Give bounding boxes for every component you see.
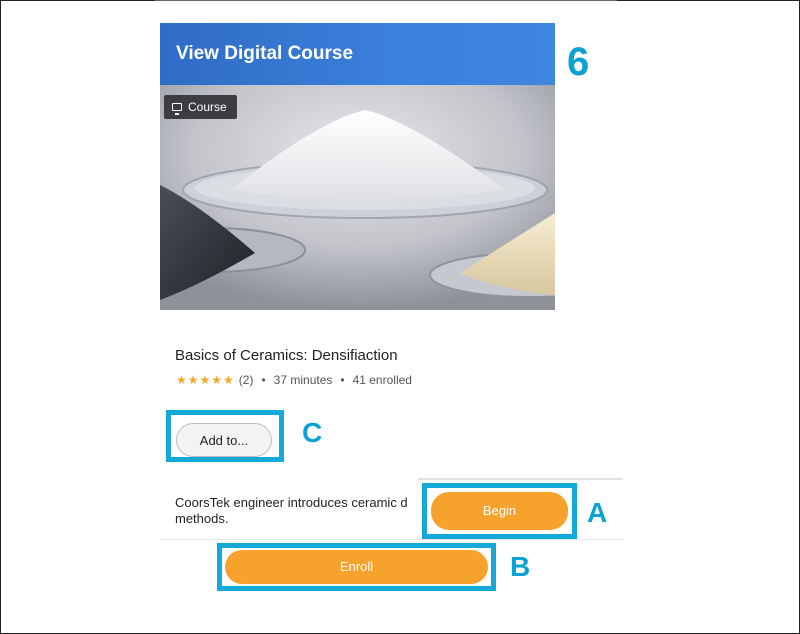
course-header: View Digital Course (160, 23, 555, 85)
course-title: Basics of Ceramics: Densifiaction (175, 347, 398, 364)
star-rating-icon: ★★★★★ (176, 373, 235, 387)
enroll-button[interactable]: Enroll (225, 550, 488, 584)
callout-b: B (510, 551, 531, 582)
add-to-button[interactable]: Add to... (176, 423, 272, 457)
meta-separator: • (340, 373, 345, 387)
badge-label: Course (188, 100, 227, 114)
rating-count: (2) (238, 373, 254, 387)
enrolled-count: 41 enrolled (352, 373, 412, 387)
footer-divider (160, 539, 623, 540)
course-type-badge: Course (164, 95, 237, 119)
callout-c: C (302, 417, 323, 448)
course-duration: 37 minutes (273, 373, 333, 387)
callout-a: A (587, 497, 608, 528)
description-divider (418, 478, 623, 480)
presentation-icon (172, 103, 182, 115)
course-description: CoorsTek engineer introduces ceramic d m… (175, 495, 408, 526)
page-title: View Digital Course (176, 43, 354, 64)
step-number: 6 (567, 40, 590, 84)
meta-separator: • (261, 373, 266, 387)
top-border (155, 0, 617, 1)
course-meta: ★★★★★ (2) • 37 minutes • 41 enrolled (176, 373, 412, 387)
course-image: Course (160, 85, 555, 310)
begin-button[interactable]: Begin (431, 492, 568, 530)
